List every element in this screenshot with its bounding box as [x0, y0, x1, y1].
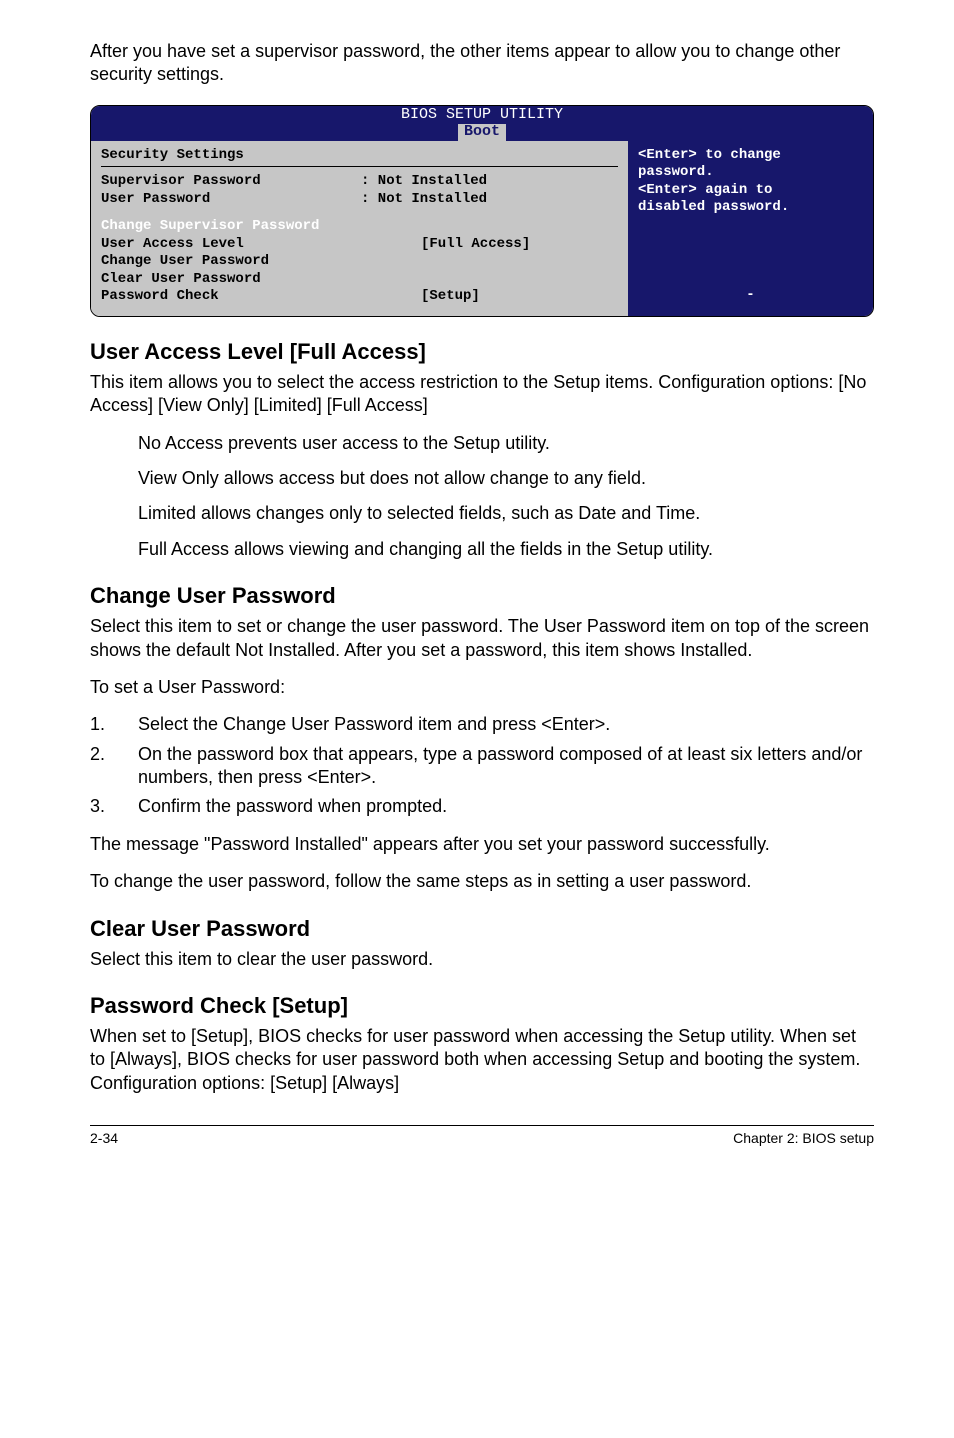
intro-paragraph: After you have set a supervisor password…: [90, 40, 874, 87]
bios-help-panel: <Enter> to change password. <Enter> agai…: [628, 141, 873, 316]
user-password-label: User Password: [101, 191, 361, 209]
user-access-level-label[interactable]: User Access Level: [101, 236, 361, 254]
help-line: disabled password.: [638, 199, 863, 217]
bios-main-panel: Security Settings Supervisor Password : …: [91, 141, 628, 316]
paragraph: This item allows you to select the acces…: [90, 371, 874, 418]
clear-user-password-item[interactable]: Clear User Password: [101, 271, 618, 289]
paragraph-indent: Full Access allows viewing and changing …: [138, 538, 874, 561]
list-item: 1. Select the Change User Password item …: [90, 713, 874, 736]
user-password-value: : Not Installed: [361, 191, 487, 209]
help-line: password.: [638, 164, 863, 182]
list-text: Confirm the password when prompted.: [138, 795, 874, 818]
password-check-label[interactable]: Password Check: [101, 288, 361, 306]
help-line: <Enter> again to: [638, 182, 863, 200]
user-access-level-value[interactable]: [Full Access]: [421, 236, 530, 254]
paragraph: Select this item to clear the user passw…: [90, 948, 874, 971]
change-supervisor-password-item[interactable]: Change Supervisor Password: [101, 218, 618, 236]
bios-titlebar: BIOS SETUP UTILITY Boot: [91, 106, 873, 141]
paragraph-indent: View Only allows access but does not all…: [138, 467, 874, 490]
list-item: 3. Confirm the password when prompted.: [90, 795, 874, 818]
list-item: 2. On the password box that appears, typ…: [90, 743, 874, 790]
bios-section-title: Security Settings: [101, 147, 618, 168]
list-number: 2.: [90, 743, 138, 790]
paragraph: To change the user password, follow the …: [90, 870, 874, 893]
list-number: 1.: [90, 713, 138, 736]
footer-chapter: Chapter 2: BIOS setup: [733, 1130, 874, 1146]
paragraph: The message "Password Installed" appears…: [90, 833, 874, 856]
password-check-value[interactable]: [Setup]: [421, 288, 480, 306]
paragraph: To set a User Password:: [90, 676, 874, 699]
page-footer: 2-34 Chapter 2: BIOS setup: [90, 1125, 874, 1146]
supervisor-password-value: : Not Installed: [361, 173, 487, 191]
paragraph-indent: Limited allows changes only to selected …: [138, 502, 874, 525]
help-line: <Enter> to change: [638, 147, 863, 165]
list-text: On the password box that appears, type a…: [138, 743, 874, 790]
supervisor-password-label: Supervisor Password: [101, 173, 361, 191]
heading-password-check: Password Check [Setup]: [90, 993, 874, 1019]
list-number: 3.: [90, 795, 138, 818]
paragraph: Select this item to set or change the us…: [90, 615, 874, 662]
bios-title-text: BIOS SETUP UTILITY: [91, 107, 873, 124]
bios-tab-boot: Boot: [458, 124, 506, 141]
bios-screenshot: BIOS SETUP UTILITY Boot Security Setting…: [90, 105, 874, 317]
heading-change-user-password: Change User Password: [90, 583, 874, 609]
heading-clear-user-password: Clear User Password: [90, 916, 874, 942]
list-text: Select the Change User Password item and…: [138, 713, 874, 736]
heading-user-access-level: User Access Level [Full Access]: [90, 339, 874, 365]
footer-page-number: 2-34: [90, 1130, 118, 1146]
ordered-list: 1. Select the Change User Password item …: [90, 713, 874, 819]
help-dash: -: [638, 287, 863, 305]
change-user-password-item[interactable]: Change User Password: [101, 253, 618, 271]
paragraph-indent: No Access prevents user access to the Se…: [138, 432, 874, 455]
paragraph: When set to [Setup], BIOS checks for use…: [90, 1025, 874, 1095]
